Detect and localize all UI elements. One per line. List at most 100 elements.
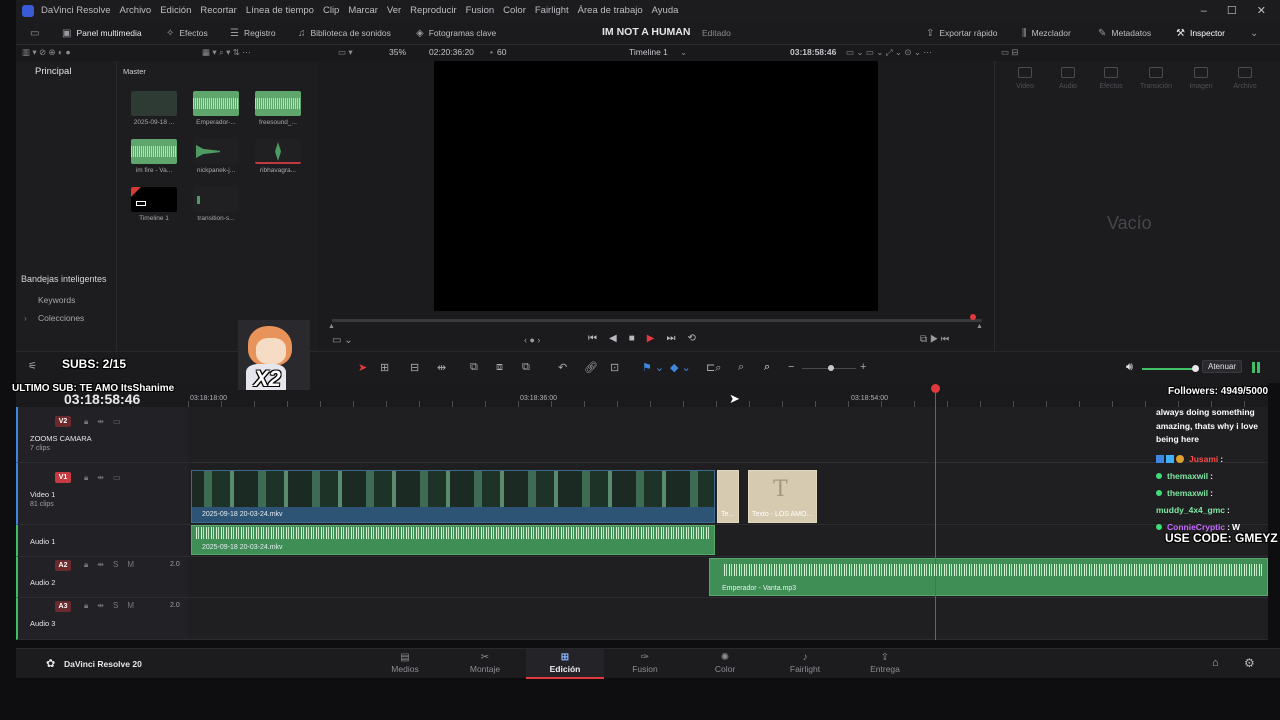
home-icon[interactable]: ⌂ <box>1212 657 1219 669</box>
lock-icon[interactable]: 🔒︎ <box>84 560 88 570</box>
replace-clip-icon[interactable]: ⧉ <box>522 361 530 374</box>
marker-icon[interactable]: ◆ ⌄ <box>670 361 691 374</box>
flag-icon[interactable]: ⚑ ⌄ <box>642 361 664 374</box>
media-clip[interactable]: Timeline 1 <box>130 187 178 222</box>
track-badge-a2[interactable]: A2 <box>55 560 71 571</box>
menu-archivo[interactable]: Archivo <box>120 5 152 16</box>
timeline-title-clip[interactable]: T Texto - LOS AMO... <box>748 470 817 523</box>
view-options-icon[interactable]: ▥ ▾ ⊘ ⊕ ◐ ● <box>22 47 71 58</box>
menu-marcar[interactable]: Marcar <box>348 5 378 16</box>
menu-ver[interactable]: Ver <box>387 5 401 16</box>
page-tab-fairlight[interactable]: ♪ Fairlight <box>766 649 844 679</box>
lane-a2[interactable]: Emperador - Vanta.mp3 <box>188 557 1268 598</box>
snapping-icon[interactable]: ↶ <box>558 361 567 374</box>
timeline-video-clip[interactable]: 2025-09-18 20-03-24.mkv <box>191 470 715 523</box>
auto-select-icon[interactable]: ⇹ <box>97 560 104 570</box>
maximize-icon[interactable]: ☐ <box>1227 4 1237 17</box>
inspector-view-icon[interactable]: ▭ ⊟ <box>1001 47 1019 58</box>
log-button[interactable]: ☰ Registro <box>230 21 276 45</box>
page-tab-deliver[interactable]: ⇪ Entrega <box>846 649 924 679</box>
timeline-dropdown-icon[interactable]: ⌄ <box>680 47 687 58</box>
lane-v2[interactable] <box>188 407 1268 463</box>
timeline-options-icon[interactable]: ⚟ <box>28 361 37 372</box>
timeline-selector[interactable]: Timeline 1 <box>629 47 668 57</box>
menu-ayuda[interactable]: Ayuda <box>652 5 679 16</box>
inspector-tab-image[interactable]: Imagen <box>1181 67 1221 90</box>
track-badge-a3[interactable]: A3 <box>55 601 71 612</box>
menu-reproducir[interactable]: Reproducir <box>410 5 456 16</box>
auto-select-icon[interactable]: ⇹ <box>97 601 104 611</box>
timeline-playhead-line[interactable] <box>935 386 936 640</box>
timeline-text-clip[interactable]: Te... <box>717 470 739 523</box>
timeline-audio-clip[interactable]: Emperador - Vanta.mp3 <box>709 558 1268 596</box>
menu-color[interactable]: Color <box>503 5 526 16</box>
zoom-in-icon[interactable]: + <box>860 361 866 373</box>
page-tab-color[interactable]: ✺ Color <box>686 649 764 679</box>
timeline-ruler[interactable]: 03:18:18:00 03:18:36:00 03:18:54:00 <box>188 383 1268 407</box>
close-icon[interactable]: ✕ <box>1257 4 1266 17</box>
track-badge-v1[interactable]: V1 <box>55 472 71 483</box>
track-visibility-icon[interactable]: ▭ <box>113 417 121 427</box>
collapse-icon[interactable]: ⌄ <box>1250 21 1258 45</box>
solo-icon[interactable]: S <box>113 601 118 611</box>
attenuate-button[interactable]: Atenuar <box>1202 360 1243 373</box>
viewer-tools-icon[interactable]: ▭ ⌄ ▭ ⌄ ⤢ ⌄ ⊙ ⌄ ⋯ <box>846 47 932 58</box>
inspector-tab-transition[interactable]: Transición <box>1136 67 1176 90</box>
blade-tool-icon[interactable]: ⊟ <box>410 361 419 374</box>
media-clip[interactable]: transition-s... <box>192 187 240 222</box>
jog-wheel-icon[interactable]: ‹ ● › <box>524 335 540 345</box>
inspector-tab-video[interactable]: Video <box>1005 67 1045 90</box>
viewer-zoom[interactable]: 35% <box>389 47 406 57</box>
lock-icon[interactable]: 🔒︎ <box>84 417 88 427</box>
auto-select-icon[interactable]: ⇹ <box>97 417 104 427</box>
timeline-audio-clip[interactable]: 2025-09-18 20-03-24.mkv <box>191 525 715 555</box>
menu-clip[interactable]: Clip <box>323 5 339 16</box>
smart-bin-collections[interactable]: Colecciones <box>38 313 84 323</box>
inspector-tab-file[interactable]: Archivo <box>1225 67 1265 90</box>
zoom-out-icon[interactable]: − <box>788 361 794 373</box>
solo-icon[interactable]: S <box>113 560 118 570</box>
viewer-scrubber[interactable] <box>332 319 982 322</box>
zoom-custom-icon[interactable]: ⌕ <box>764 361 770 374</box>
go-to-end-icon[interactable]: ⏭ <box>666 333 675 344</box>
menu-fairlight[interactable]: Fairlight <box>535 5 569 16</box>
media-clip[interactable]: 2025-09-18 ... <box>130 91 178 126</box>
selection-tool-icon[interactable]: ➤ <box>358 361 367 374</box>
minimize-icon[interactable]: – <box>1201 5 1207 17</box>
insert-clip-icon[interactable]: ⧉ <box>470 361 478 374</box>
loop-icon[interactable]: ⟲ <box>687 333 695 344</box>
collections-expand-icon[interactable]: › <box>24 313 27 323</box>
master-bin[interactable]: Principal <box>35 66 71 77</box>
media-panel-button[interactable]: ▣ Panel multimedia <box>62 21 142 45</box>
menu-area-de-trabajo[interactable]: Área de trabajo <box>578 5 643 16</box>
smart-bin-keywords[interactable]: Keywords <box>38 295 75 305</box>
position-lock-icon[interactable]: ⊡ <box>610 361 619 374</box>
volume-slider[interactable] <box>1142 368 1196 370</box>
grid-view-icon[interactable]: ▦ ▾ ⌕ ▾ ⇅ ⋯ <box>202 47 251 58</box>
media-clip[interactable]: Emperador-... <box>192 91 240 126</box>
menu-recortar[interactable]: Recortar <box>200 5 236 16</box>
media-clip[interactable]: nickpanek-j... <box>192 139 240 174</box>
go-to-start-icon[interactable]: ⏮ <box>588 333 597 344</box>
lock-icon[interactable]: 🔒︎ <box>84 473 88 483</box>
page-tab-edit[interactable]: ⊞ Edición <box>526 649 604 679</box>
sidebar-toggle-icon[interactable]: ▭ <box>30 21 39 45</box>
page-tab-cut[interactable]: ✂︎ Montaje <box>446 649 524 679</box>
trim-tool-icon[interactable]: ⊞ <box>380 361 389 374</box>
menu-edicion[interactable]: Edición <box>160 5 191 16</box>
lane-a1[interactable]: 2025-09-18 20-03-24.mkv <box>188 525 1268 557</box>
metadata-button[interactable]: ✎ Metadatos <box>1098 21 1151 45</box>
audio-meter-icon[interactable] <box>1252 362 1260 373</box>
volume-slider-knob[interactable] <box>1192 365 1199 372</box>
quick-export-button[interactable]: ⇪ Exportar rápido <box>926 21 998 45</box>
page-tab-fusion[interactable]: ✑ Fusion <box>606 649 684 679</box>
track-badge-v2[interactable]: V2 <box>55 416 71 427</box>
inspector-tab-audio[interactable]: Audio <box>1048 67 1088 90</box>
viewer-screen[interactable] <box>434 61 878 311</box>
inspector-tab-effects[interactable]: Efectos <box>1091 67 1131 90</box>
lane-v1[interactable]: 2025-09-18 20-03-24.mkv Te... T Texto - … <box>188 463 1268 525</box>
keyframes-button[interactable]: ◈ Fotogramas clave <box>416 21 496 45</box>
mute-icon[interactable]: M <box>127 560 134 570</box>
settings-gear-icon[interactable]: ⚙ <box>1244 656 1255 670</box>
media-clip[interactable]: im fire - Va... <box>130 139 178 174</box>
